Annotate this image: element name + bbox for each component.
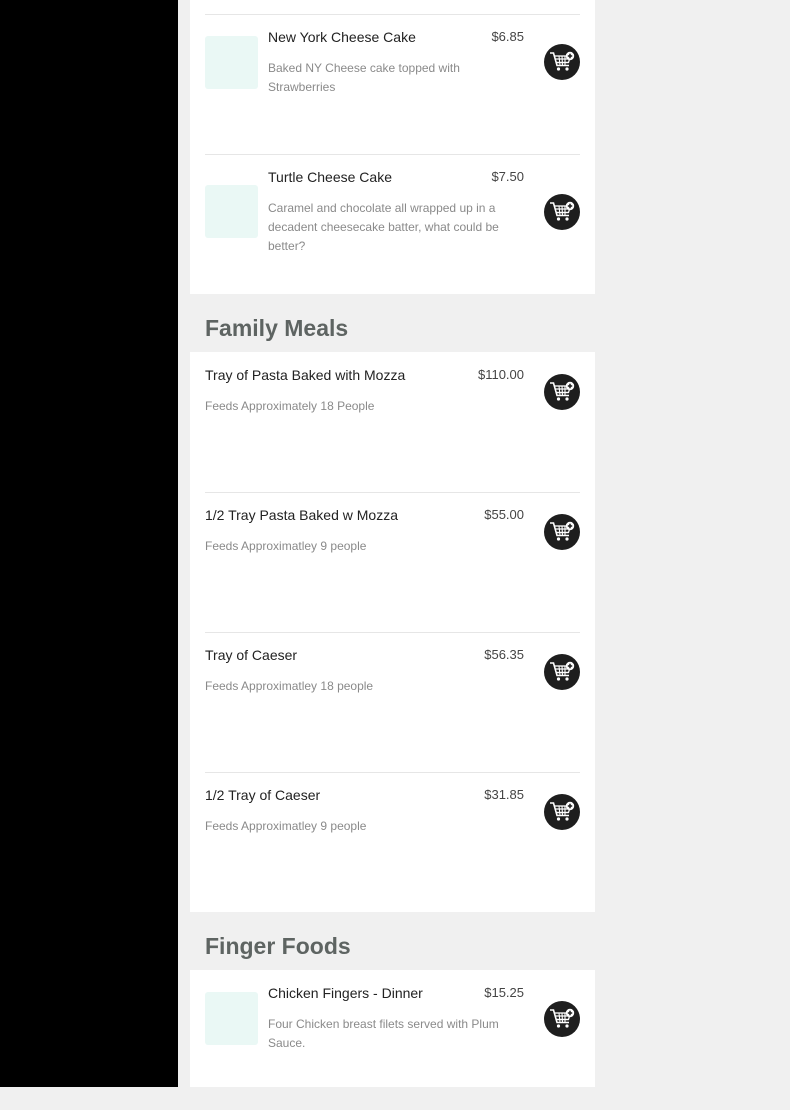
item-price: $6.85 xyxy=(491,29,524,44)
cart-plus-icon xyxy=(550,201,575,221)
add-to-cart-button[interactable] xyxy=(544,654,580,690)
menu-item-tray-of-pasta[interactable]: Tray of Pasta Baked with Mozza $110.00 F… xyxy=(190,352,595,492)
menu-content: New York Cheese Cake $6.85 Baked NY Chee… xyxy=(190,0,595,1087)
item-name[interactable]: Turtle Cheese Cake xyxy=(268,169,392,185)
item-description: Feeds Approximatley 18 people xyxy=(205,679,374,693)
cart-plus-icon xyxy=(550,51,575,71)
left-sidebar xyxy=(0,0,178,1087)
cart-plus-icon xyxy=(550,1008,575,1028)
right-gutter xyxy=(595,0,790,1087)
menu-category-panel: New York Cheese Cake $6.85 Baked NY Chee… xyxy=(190,0,595,294)
menu-item-turtle-cheese-cake[interactable]: Turtle Cheese Cake $7.50 Caramel and cho… xyxy=(190,154,595,294)
item-price: $55.00 xyxy=(484,507,524,522)
item-name[interactable]: Chicken Fingers - Dinner xyxy=(268,985,423,1001)
item-description: Feeds Approximatley 9 people xyxy=(205,539,367,553)
menu-item-half-tray-pasta[interactable]: 1/2 Tray Pasta Baked w Mozza $55.00 Feed… xyxy=(190,492,595,632)
category-title-family-meals: Family Meals xyxy=(205,315,349,341)
item-description: Feeds Approximatley 9 people xyxy=(205,819,367,833)
item-name[interactable]: 1/2 Tray of Caeser xyxy=(205,787,320,803)
menu-item-chicken-fingers-dinner[interactable]: Chicken Fingers - Dinner $15.25 Four Chi… xyxy=(190,970,595,1110)
add-to-cart-button[interactable] xyxy=(544,44,580,80)
item-price: $31.85 xyxy=(484,787,524,802)
item-description: Baked NY Cheese cake topped with Strawbe… xyxy=(268,61,460,94)
item-name[interactable]: Tray of Pasta Baked with Mozza xyxy=(205,367,405,383)
cart-plus-icon xyxy=(550,661,575,681)
menu-category-panel: Chicken Fingers - Dinner $15.25 Four Chi… xyxy=(190,970,595,1087)
cart-plus-icon xyxy=(550,381,575,401)
item-name[interactable]: New York Cheese Cake xyxy=(268,29,416,45)
item-name[interactable]: 1/2 Tray Pasta Baked w Mozza xyxy=(205,507,398,523)
add-to-cart-button[interactable] xyxy=(544,194,580,230)
item-description: Caramel and chocolate all wrapped up in … xyxy=(268,201,499,253)
item-price: $7.50 xyxy=(491,169,524,184)
item-thumbnail xyxy=(205,992,258,1045)
item-thumbnail xyxy=(205,36,258,89)
menu-item-tray-of-caeser[interactable]: Tray of Caeser $56.35 Feeds Approximatle… xyxy=(190,632,595,772)
add-to-cart-button[interactable] xyxy=(544,1001,580,1037)
menu-item-half-tray-caeser[interactable]: 1/2 Tray of Caeser $31.85 Feeds Approxim… xyxy=(190,772,595,912)
item-description: Feeds Approximately 18 People xyxy=(205,399,375,413)
add-to-cart-button[interactable] xyxy=(544,794,580,830)
menu-category-panel: Tray of Pasta Baked with Mozza $110.00 F… xyxy=(190,352,595,912)
item-price: $110.00 xyxy=(477,367,524,382)
category-title-finger-foods: Finger Foods xyxy=(205,933,351,959)
item-name[interactable]: Tray of Caeser xyxy=(205,647,297,663)
add-to-cart-button[interactable] xyxy=(544,374,580,410)
item-price: $56.35 xyxy=(484,647,524,662)
item-thumbnail xyxy=(205,185,258,238)
cart-plus-icon xyxy=(550,801,575,821)
item-description: Four Chicken breast filets served with P… xyxy=(268,1017,499,1050)
add-to-cart-button[interactable] xyxy=(544,514,580,550)
item-price: $15.25 xyxy=(484,985,524,1000)
cart-plus-icon xyxy=(550,521,575,541)
menu-item-new-york-cheese-cake[interactable]: New York Cheese Cake $6.85 Baked NY Chee… xyxy=(190,14,595,154)
